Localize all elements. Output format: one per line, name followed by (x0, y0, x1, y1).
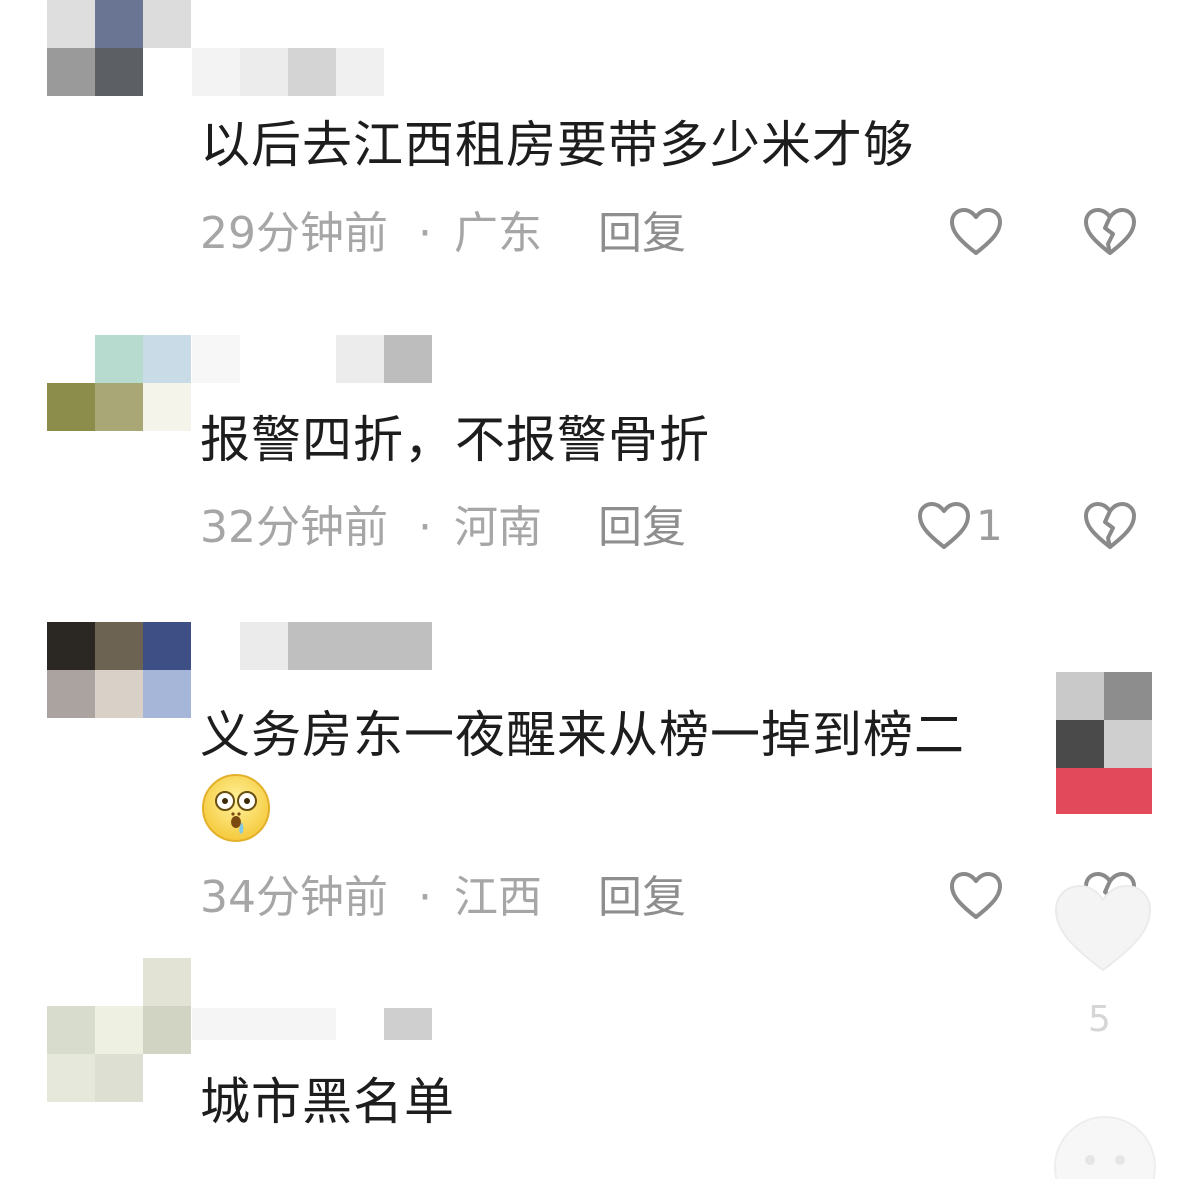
overlay-pixel (1056, 672, 1104, 720)
username-blurred[interactable] (192, 48, 384, 96)
avatar[interactable] (47, 622, 191, 718)
name-pixel (384, 1008, 432, 1040)
comment-location: 江西 (454, 872, 542, 923)
like-button[interactable]: 1 (916, 500, 1003, 552)
like-button[interactable] (948, 870, 1004, 922)
avatar-pixel (143, 1006, 191, 1054)
name-pixel (336, 335, 384, 383)
reply-button[interactable]: 回复 (598, 208, 686, 259)
avatar[interactable] (47, 0, 191, 96)
comment-meta: 29分钟前 · 广东 回复 (200, 208, 686, 260)
username-blurred[interactable] (192, 335, 432, 383)
emoji-face-icon (1054, 1116, 1156, 1179)
heart-outline-icon (950, 872, 1002, 919)
avatar-pixel (143, 958, 191, 1006)
separator-dot: · (418, 872, 432, 923)
avatar-pixel (95, 48, 143, 96)
avatar-pixel (47, 0, 95, 48)
avatar-pixel (47, 622, 95, 670)
avatar-pixel (95, 622, 143, 670)
comment-meta: 34分钟前 · 江西 回复 (200, 872, 686, 924)
avatar-pixel (95, 1006, 143, 1054)
dislike-button[interactable] (1082, 500, 1138, 556)
name-pixel (192, 48, 240, 96)
floating-like-button[interactable] (1048, 880, 1158, 990)
overlay-pixel (1104, 720, 1152, 768)
reply-button[interactable]: 回复 (598, 502, 686, 553)
like-button[interactable] (948, 206, 1004, 258)
comment-location: 河南 (454, 502, 542, 553)
comment-location: 广东 (454, 208, 542, 259)
heart-outline-icon (950, 208, 1002, 255)
like-count: 1 (976, 501, 1003, 550)
separator-dot: · (418, 208, 432, 259)
name-pixel (288, 622, 432, 670)
name-pixel (240, 48, 288, 96)
avatar-pixel (143, 0, 191, 48)
name-pixel (240, 622, 288, 670)
avatar-pixel (143, 670, 191, 718)
heart-outline-icon (918, 502, 970, 549)
shocked-face-emoji (202, 774, 270, 842)
username-blurred[interactable] (192, 622, 432, 670)
comment-time: 29分钟前 (200, 208, 388, 259)
comment-meta: 32分钟前 · 河南 回复 (200, 502, 686, 554)
username-blurred[interactable] (192, 1008, 432, 1040)
overlay-pixel (1104, 672, 1152, 720)
overlay-pixel (1056, 720, 1104, 768)
floating-like-count: 5 (1088, 999, 1111, 1040)
comment-time: 32分钟前 (200, 502, 388, 553)
name-pixel (384, 335, 432, 383)
name-pixel (288, 48, 336, 96)
reply-button[interactable]: 回复 (598, 872, 686, 923)
floating-emoji-button[interactable] (1050, 1112, 1160, 1179)
comment-text: 城市黑名单 (200, 1073, 455, 1131)
avatar[interactable] (47, 335, 191, 431)
dislike-button[interactable] (1082, 206, 1138, 262)
comment-time: 34分钟前 (200, 872, 388, 923)
broken-heart-icon (1084, 208, 1136, 255)
avatar-pixel (47, 670, 95, 718)
side-overlay[interactable] (1056, 672, 1152, 816)
avatar-pixel (47, 383, 95, 431)
avatar-pixel (95, 335, 143, 383)
avatar-pixel (143, 622, 191, 670)
avatar-pixel (47, 48, 95, 96)
broken-heart-icon (1084, 502, 1136, 549)
avatar-pixel (143, 335, 191, 383)
comment-text: 报警四折，不报警骨折 (200, 411, 710, 469)
avatar-pixel (47, 1006, 95, 1054)
name-pixel (336, 48, 384, 96)
separator-dot: · (418, 502, 432, 553)
avatar-pixel (95, 670, 143, 718)
avatar-pixel (95, 1054, 143, 1102)
overlay-pixel (1056, 768, 1152, 814)
name-pixel (192, 335, 240, 383)
name-pixel (192, 1008, 336, 1040)
avatar-pixel (95, 383, 143, 431)
avatar-pixel (47, 1054, 95, 1102)
avatar-pixel (95, 0, 143, 48)
heart-filled-icon (1054, 884, 1152, 972)
avatar-pixel (143, 383, 191, 431)
comment-text: 义务房东一夜醒来从榜一掉到榜二 (200, 706, 965, 764)
comment-text: 以后去江西租房要带多少米才够 (200, 116, 914, 174)
avatar[interactable] (47, 958, 191, 1102)
